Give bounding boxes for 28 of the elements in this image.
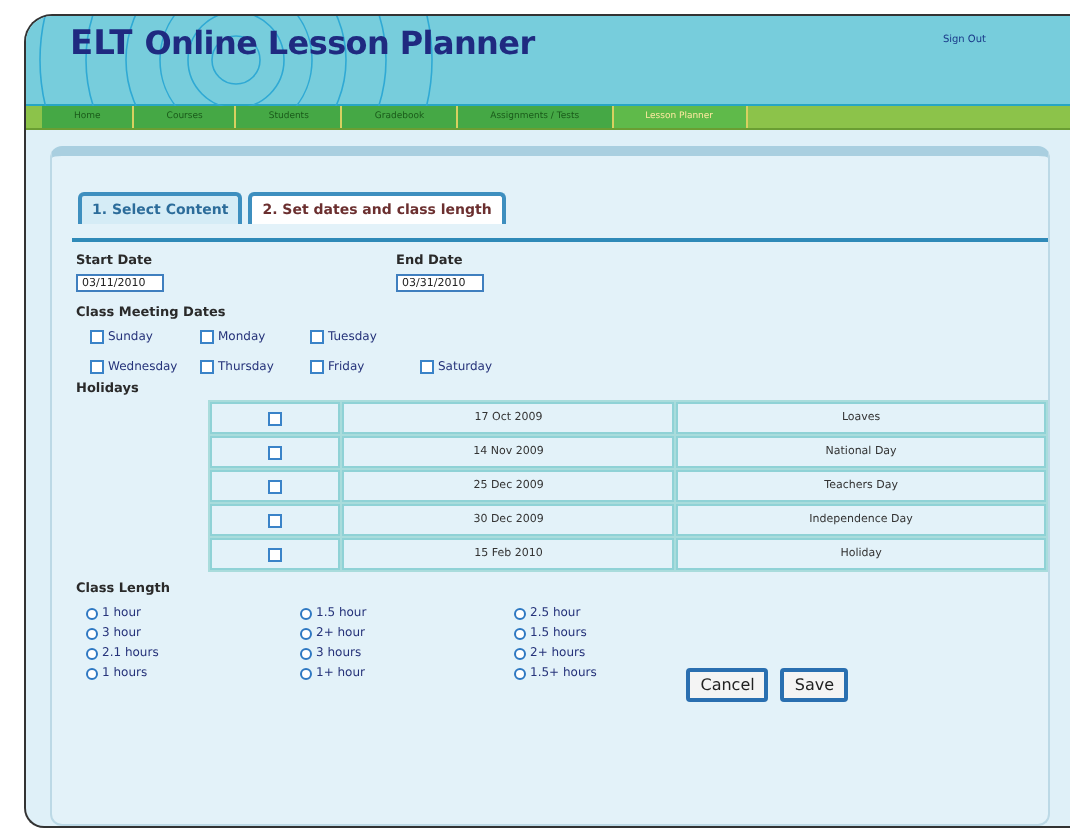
- radio-button[interactable]: [300, 647, 312, 659]
- radio-button[interactable]: [514, 627, 526, 639]
- radio-button[interactable]: [86, 627, 98, 639]
- checkbox[interactable]: [90, 360, 104, 374]
- radio-button[interactable]: [300, 627, 312, 639]
- radio-button[interactable]: [86, 667, 98, 679]
- save-button[interactable]: Save: [780, 668, 848, 702]
- logo-text: ELT: [70, 24, 133, 64]
- checkbox[interactable]: [268, 513, 283, 527]
- checkbox[interactable]: [200, 330, 214, 344]
- checkbox[interactable]: [268, 445, 283, 459]
- checkbox[interactable]: [200, 360, 214, 374]
- checkbox[interactable]: [90, 330, 104, 344]
- radio-button[interactable]: [514, 607, 526, 619]
- radio-button[interactable]: [300, 667, 312, 679]
- radio-button[interactable]: [514, 647, 526, 659]
- checkbox[interactable]: [268, 547, 283, 561]
- radio-button[interactable]: [86, 607, 98, 619]
- radio-button[interactable]: [300, 607, 312, 619]
- app-title: Online Lesson Planner: [144, 24, 535, 62]
- checkbox[interactable]: [310, 360, 324, 374]
- checkbox[interactable]: [310, 330, 324, 344]
- checkbox[interactable]: [420, 360, 434, 374]
- checkbox[interactable]: [268, 411, 283, 425]
- radio-button[interactable]: [514, 667, 526, 679]
- checkbox[interactable]: [268, 479, 283, 493]
- cancel-button[interactable]: Cancel: [686, 668, 769, 702]
- radio-button[interactable]: [86, 647, 98, 659]
